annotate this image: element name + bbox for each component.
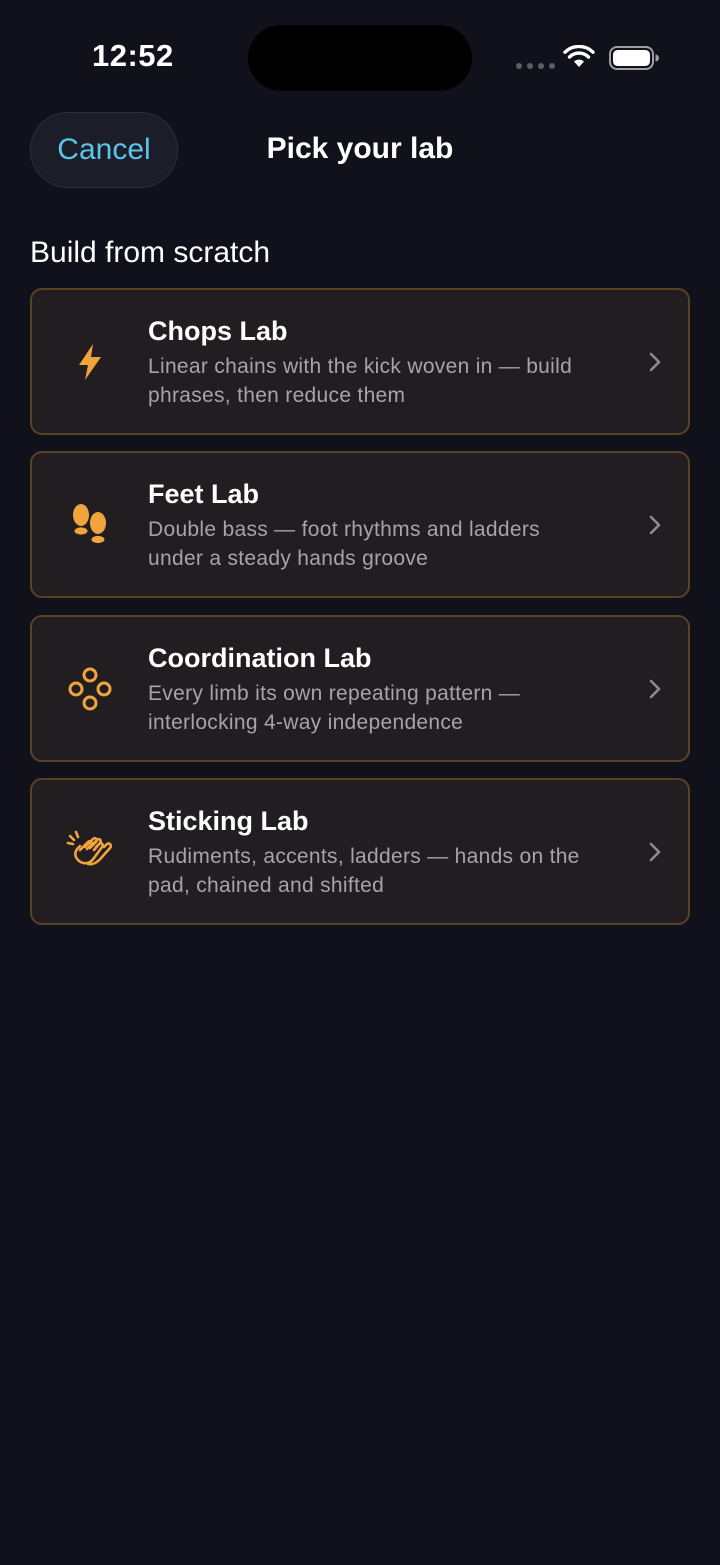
chevron-right-icon [649, 515, 661, 534]
cellular-signal-icon [516, 63, 555, 69]
chevron-right-icon [649, 679, 661, 698]
chevron-right-icon [649, 352, 661, 371]
lightning-bolt-icon [64, 336, 116, 388]
lab-card-title: Chops Lab [148, 316, 288, 346]
lab-card-title: Sticking Lab [148, 806, 309, 836]
section-heading: Build from scratch [30, 236, 271, 269]
lab-card-sticking[interactable]: Sticking Lab Rudiments, accents, ladders… [30, 778, 690, 925]
lab-card-feet[interactable]: Feet Lab Double bass — foot rhythms and … [30, 451, 690, 598]
wifi-icon [563, 45, 595, 67]
chevron-right-icon [649, 842, 661, 861]
footprints-icon [64, 499, 116, 551]
lab-card-description: Double bass — foot rhythms and ladders u… [148, 518, 540, 570]
lab-card-description: Rudiments, accents, ladders — hands on t… [148, 845, 580, 897]
screen: 12:52 Cancel Pick your lab Build from sc… [0, 0, 720, 1565]
page-title: Pick your lab [266, 132, 454, 165]
lab-card-coordination[interactable]: Coordination Lab Every limb its own repe… [30, 615, 690, 762]
battery-icon [609, 46, 659, 70]
lab-card-title: Coordination Lab [148, 643, 372, 673]
lab-card-title: Feet Lab [148, 479, 260, 509]
lab-card-chops[interactable]: Chops Lab Linear chains with the kick wo… [30, 288, 690, 435]
clapping-hands-icon [64, 826, 116, 878]
status-time: 12:52 [92, 38, 174, 73]
four-circles-icon [64, 663, 116, 715]
dynamic-island [248, 25, 472, 91]
lab-card-description: Linear chains with the kick woven in — b… [148, 355, 573, 407]
lab-card-description: Every limb its own repeating pattern — i… [148, 682, 521, 734]
